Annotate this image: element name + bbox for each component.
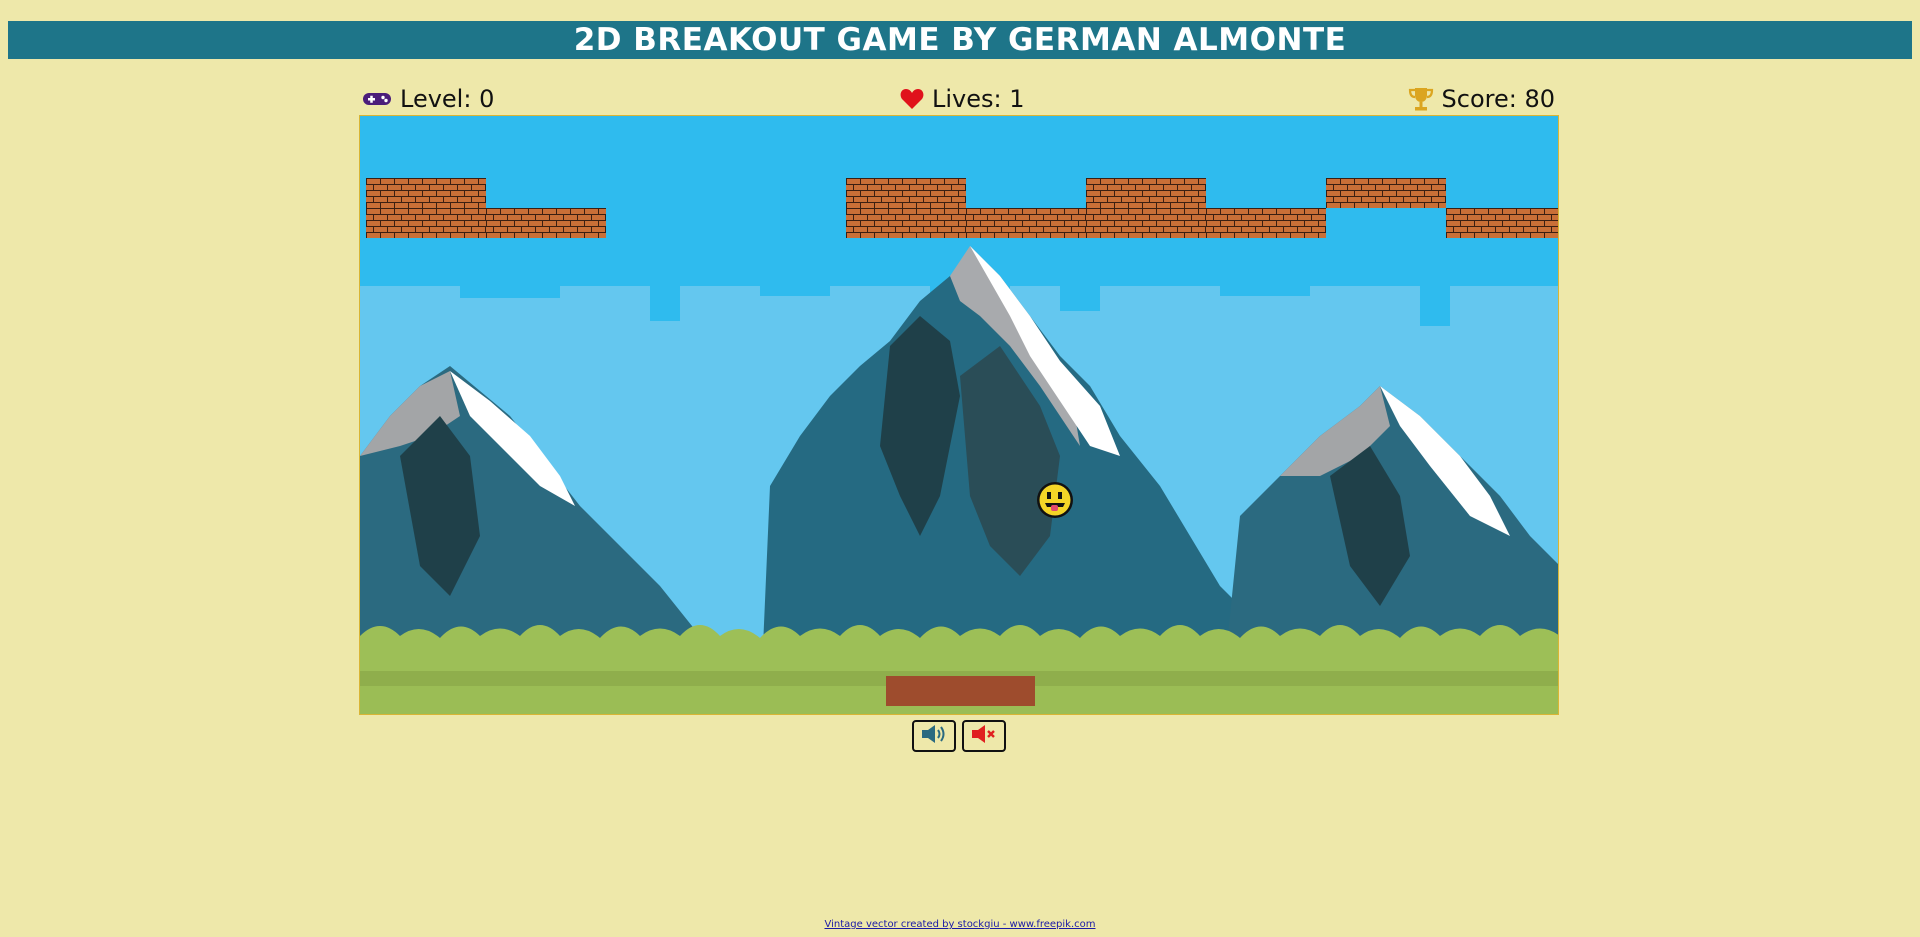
sound-controls — [912, 720, 1006, 752]
brick — [366, 208, 486, 238]
brick — [966, 208, 1086, 238]
gamepad-icon — [362, 90, 392, 108]
volume-mute-icon — [970, 723, 998, 749]
level-text: Level: 0 — [400, 85, 495, 113]
brick — [1446, 208, 1558, 238]
credit-link[interactable]: Vintage vector created by stockgiu - www… — [0, 919, 1920, 930]
smiley-ball-icon — [1035, 480, 1075, 520]
sound-off-button[interactable] — [962, 720, 1006, 752]
level-indicator: Level: 0 — [362, 81, 494, 117]
brick — [846, 178, 966, 208]
brick — [846, 208, 966, 238]
volume-on-icon — [920, 723, 948, 749]
heart-icon — [900, 88, 924, 110]
brick — [1086, 208, 1206, 238]
lives-text: Lives: 1 — [932, 85, 1025, 113]
sound-on-button[interactable] — [912, 720, 956, 752]
brick — [1326, 178, 1446, 208]
brick — [366, 178, 486, 208]
score-text: Score: 80 — [1441, 85, 1555, 113]
paddle[interactable] — [886, 676, 1035, 706]
page-title: 2D BREAKOUT GAME BY GERMAN ALMONTE — [8, 21, 1912, 59]
lives-indicator: Lives: 1 — [900, 81, 1025, 117]
brick — [486, 208, 606, 238]
trophy-icon — [1408, 86, 1434, 112]
brick — [1086, 178, 1206, 208]
brick — [1206, 208, 1326, 238]
game-canvas[interactable] — [359, 115, 1559, 715]
score-indicator: Score: 80 — [1408, 81, 1555, 117]
